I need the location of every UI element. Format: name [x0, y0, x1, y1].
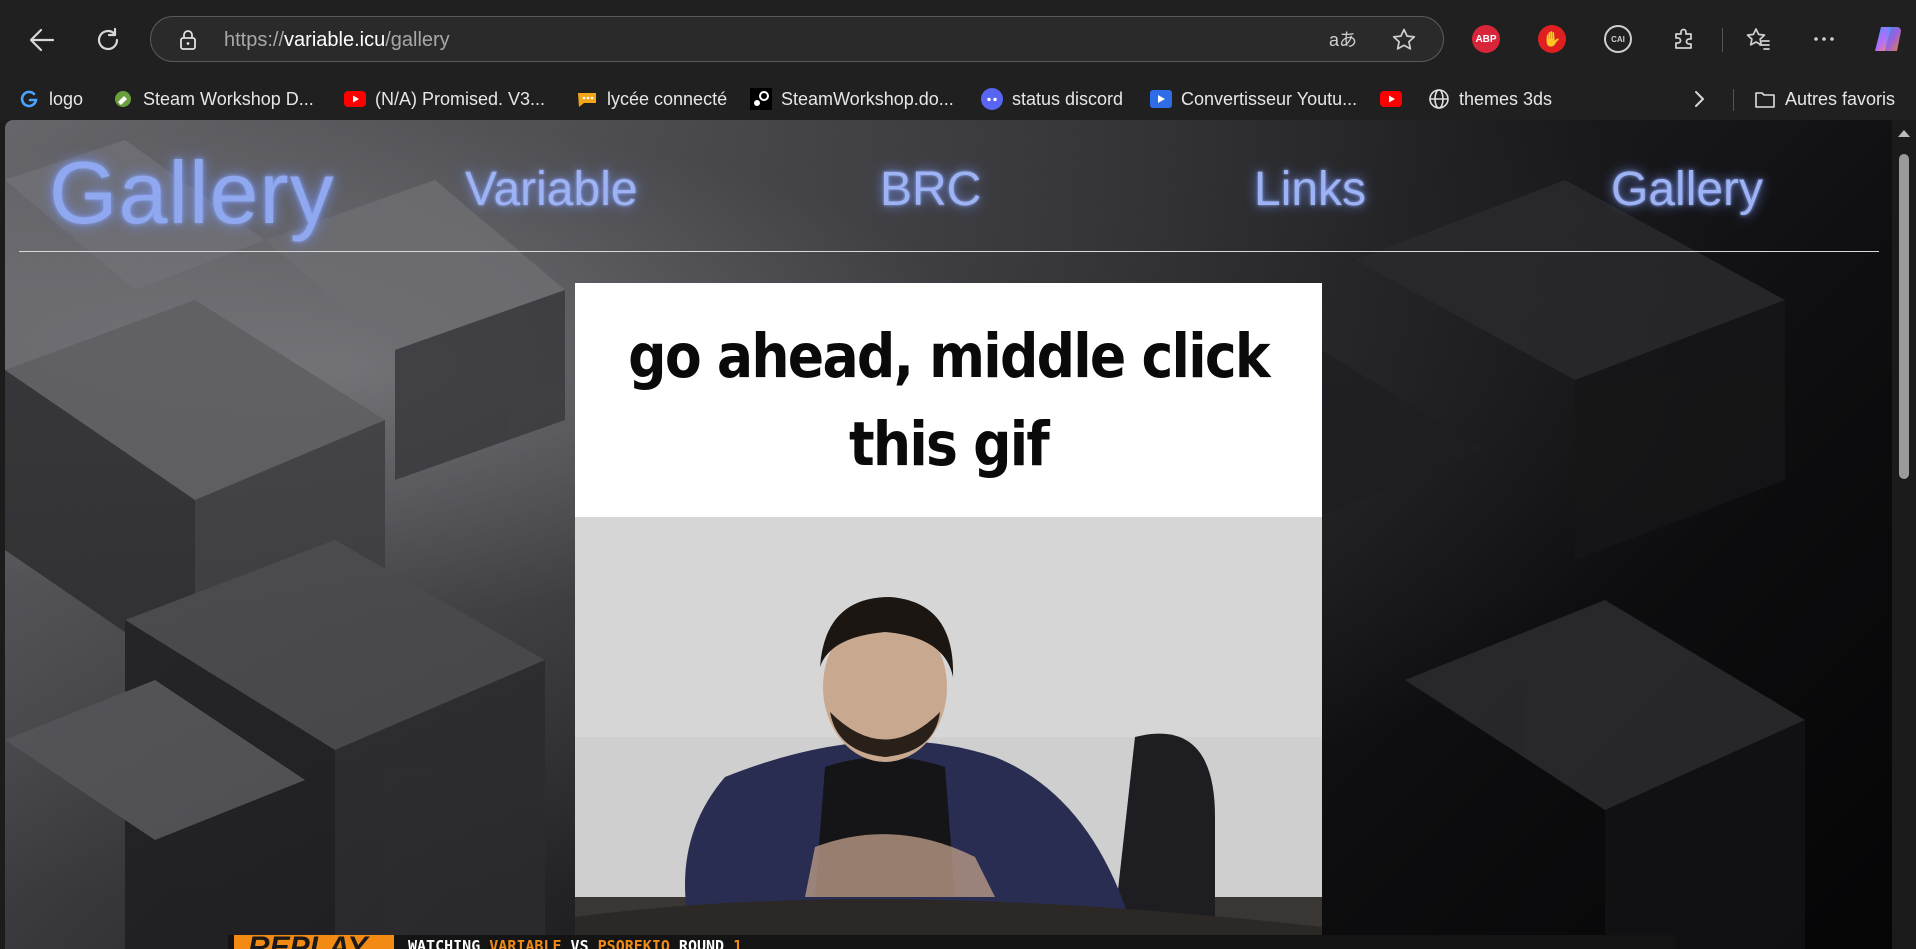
url-host: variable.icu: [284, 29, 386, 51]
bookmark-label: status discord: [1012, 88, 1124, 109]
bookmark-steamworkshop-downloader[interactable]: SteamWorkshop.do...: [750, 78, 954, 120]
translate-icon[interactable]: aあ: [1329, 27, 1359, 53]
bookmark-label: Steam Workshop D...: [143, 88, 314, 109]
youtube-icon: [344, 88, 366, 110]
bookmark-themes-3ds[interactable]: themes 3ds: [1428, 78, 1552, 120]
bookmark-logo[interactable]: logo: [18, 78, 83, 120]
copilot-icon[interactable]: [1872, 23, 1904, 55]
bookmark-status-discord[interactable]: status discord: [981, 78, 1123, 120]
scroll-up-arrow-icon[interactable]: [1898, 130, 1910, 137]
toolbar-divider: [1722, 28, 1723, 52]
lock-icon[interactable]: [177, 29, 199, 51]
gif-caption-line: go ahead, middle click: [628, 321, 1270, 392]
bookmark-label: (N/A) Promised. V3...: [375, 88, 546, 109]
url-scheme: https://: [224, 29, 285, 51]
back-icon[interactable]: [24, 22, 60, 58]
url-path: /gallery: [385, 29, 450, 51]
cai-extension-icon[interactable]: CAI: [1602, 23, 1634, 55]
browser-toolbar: https://variable.icu/gallery aあ ABP ✋ CA…: [0, 0, 1916, 78]
bookmarks-bar: logo Steam Workshop D... (N/A) Promised.…: [0, 78, 1916, 120]
other-favorites-label: Autres favoris: [1785, 88, 1896, 109]
bookmark-youtube-promised[interactable]: (N/A) Promised. V3...: [344, 78, 545, 120]
steam-workshop-icon: [112, 88, 134, 110]
bookmark-convertisseur-youtube[interactable]: Convertisseur Youtu...: [1150, 78, 1357, 120]
bookmark-label: lycée connecté: [607, 88, 728, 109]
scrollbar-thumb[interactable]: [1899, 154, 1909, 479]
page-title: Gallery: [49, 143, 335, 242]
logo-icon: [18, 88, 40, 110]
nav-link-brc[interactable]: BRC: [880, 162, 981, 217]
browser-window: https://variable.icu/gallery aあ ABP ✋ CA…: [0, 0, 1916, 949]
nav-link-links[interactable]: Links: [1254, 162, 1366, 217]
bookmark-lycee-connecte[interactable]: lycée connecté: [576, 78, 727, 120]
replay-status-text: WATCHING VARIABLE VS PSOREKIO ROUND 1: [408, 937, 742, 949]
extensions-puzzle-icon[interactable]: [1668, 23, 1700, 55]
bookmark-label: themes 3ds: [1459, 88, 1553, 109]
replay-player1: VARIABLE: [489, 937, 562, 949]
replay-tag: REPLAY: [234, 935, 394, 949]
adblock-plus-label: ABP: [1472, 25, 1500, 53]
gallery-gif[interactable]: go ahead, middle click this gif: [575, 283, 1322, 949]
page-scrollbar[interactable]: [1892, 120, 1916, 949]
steam-icon: [750, 88, 772, 110]
replay-round-number: 1: [733, 937, 743, 949]
replay-tag-label: REPLAY: [248, 935, 367, 949]
bookmark-label: Convertisseur Youtu...: [1181, 88, 1358, 109]
page-viewport: Gallery Variable BRC Links Gallery go ah…: [5, 120, 1892, 949]
address-bar[interactable]: https://variable.icu/gallery aあ: [150, 16, 1444, 62]
replay-round-label: ROUND: [669, 937, 734, 949]
replay-prefix: WATCHING: [408, 937, 490, 949]
replay-player2: PSOREKIO: [597, 937, 670, 949]
bookmark-steam-workshop[interactable]: Steam Workshop D...: [112, 78, 314, 120]
lycee-icon: [576, 88, 598, 110]
chevron-right-icon[interactable]: [1686, 86, 1712, 112]
discord-icon: [981, 88, 1003, 110]
more-options-icon[interactable]: [1808, 23, 1840, 55]
folder-icon: [1754, 88, 1776, 110]
url-text[interactable]: https://variable.icu/gallery: [224, 29, 450, 52]
converter-icon: [1150, 88, 1172, 110]
header-divider: [19, 251, 1879, 252]
stop-hand-extension-icon[interactable]: ✋: [1536, 23, 1568, 55]
cai-label: CAI: [1604, 25, 1632, 53]
globe-icon: [1428, 88, 1450, 110]
bookmark-youtube[interactable]: [1380, 78, 1411, 120]
youtube-icon: [1380, 88, 1402, 110]
bookmarks-divider: [1733, 89, 1734, 111]
add-favorite-star-icon[interactable]: [1391, 27, 1417, 53]
bookmark-label: logo: [49, 88, 84, 109]
other-favorites-folder[interactable]: Autres favoris: [1754, 78, 1895, 120]
gif-caption-line: this gif: [848, 409, 1050, 480]
nav-link-variable[interactable]: Variable: [465, 162, 638, 217]
bookmark-label: SteamWorkshop.do...: [781, 88, 954, 109]
favorites-icon[interactable]: [1742, 23, 1774, 55]
nav-link-gallery[interactable]: Gallery: [1611, 162, 1763, 217]
gif-caption: go ahead, middle click this gif: [620, 313, 1277, 489]
gif-photo-man-in-chair: [575, 517, 1322, 949]
reload-icon[interactable]: [90, 22, 126, 58]
replay-vs: VS: [561, 937, 598, 949]
adblock-plus-icon[interactable]: ABP: [1470, 23, 1502, 55]
replay-overlay-bar: REPLAY WATCHING VARIABLE VS PSOREKIO ROU…: [228, 935, 1676, 949]
